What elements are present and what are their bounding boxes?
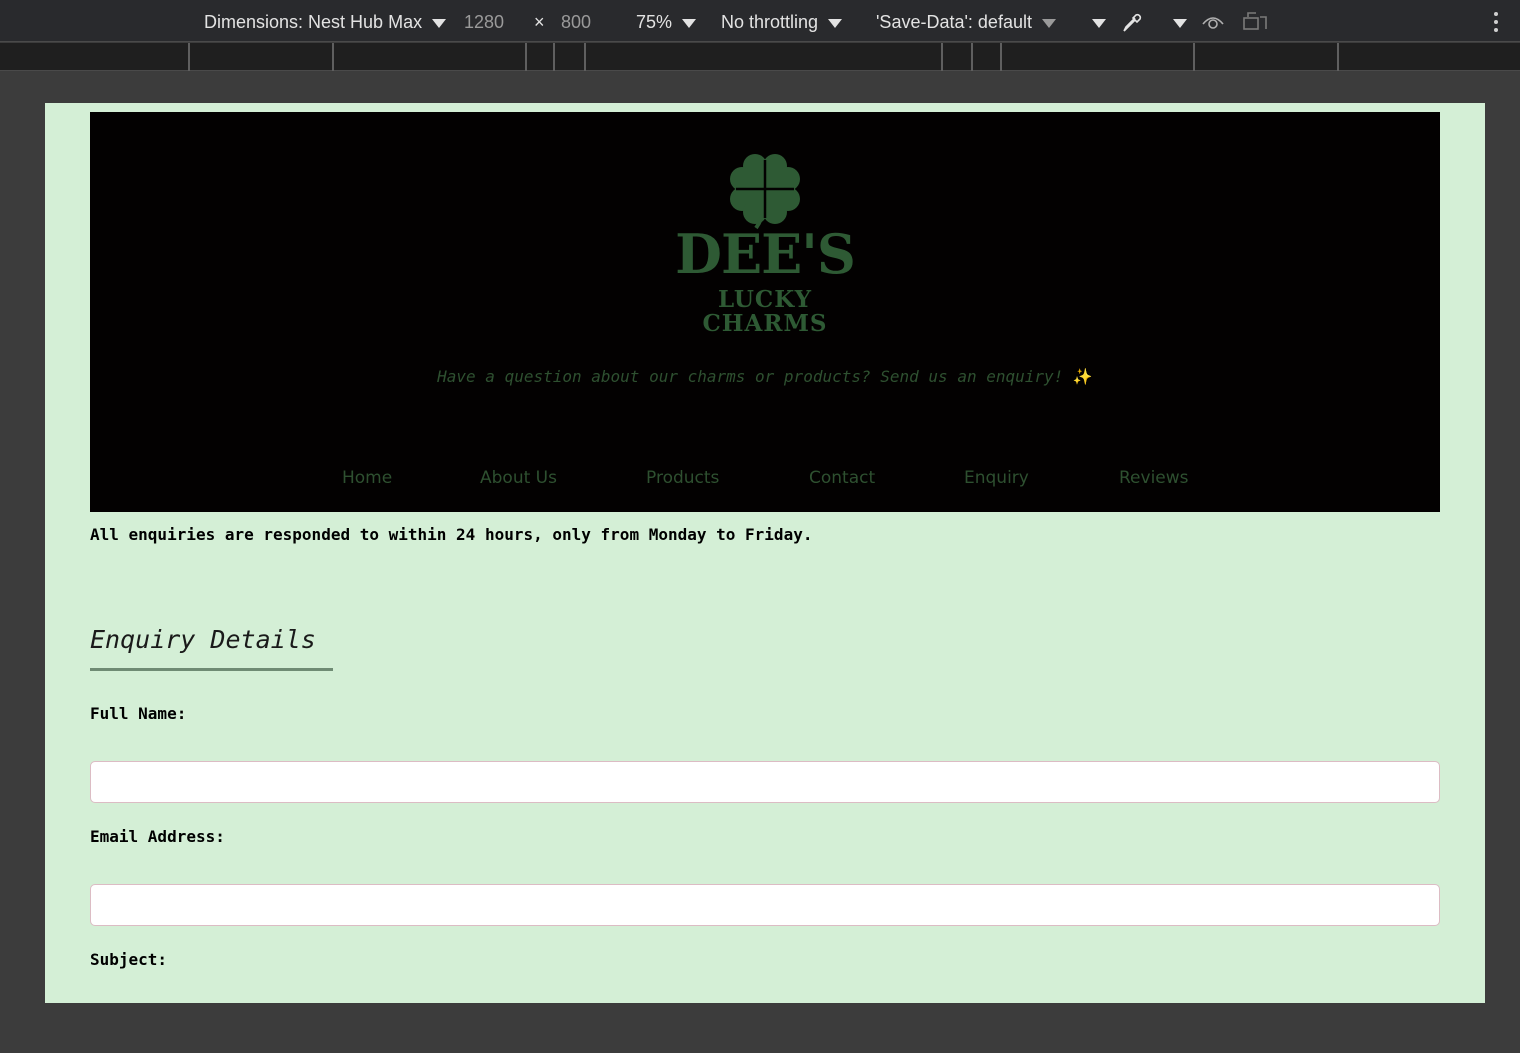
width-input[interactable]: 1280 [464,11,504,33]
full-name-input[interactable] [90,761,1440,803]
nav-enquiry[interactable]: Enquiry [964,468,1029,488]
throttling-label: No throttling [721,12,819,32]
email-input[interactable] [90,884,1440,926]
dimensions-dropdown[interactable]: Dimensions: Nest Hub Max [204,11,447,33]
sparkles-icon: ✨ [1072,367,1093,386]
brand-line-charms: CHARMS [702,310,828,337]
four-leaf-clover-icon [730,154,800,230]
eyedropper-dropdown[interactable] [1163,11,1187,33]
eyedropper-icon[interactable] [1120,9,1146,35]
email-label: Email Address: [90,827,225,846]
chevron-down-icon [1041,18,1056,28]
form-heading: Enquiry Details [90,625,316,654]
rotate-device-icon[interactable] [1242,9,1268,35]
nav-contact[interactable]: Contact [809,468,875,488]
chevron-down-icon [1173,18,1187,28]
media-query-ruler [0,43,1520,71]
nav-reviews[interactable]: Reviews [1119,468,1189,488]
tagline-text: Have a question about our charms or prod… [437,367,1064,386]
heading-underline [90,668,333,671]
chevron-down-icon [1092,18,1106,28]
chevron-down-icon [682,18,697,28]
site-header: DEE'S LUCKY CHARMS Have a question about… [90,112,1440,512]
tagline: Have a question about our charms or prod… [90,367,1440,386]
response-notice: All enquiries are responded to within 24… [90,525,813,544]
brand-line-lucky: LUCKY [717,286,813,313]
save-data-label: 'Save-Data': default [876,12,1032,32]
more-options-dropdown[interactable] [1082,11,1106,33]
vision-deficiency-eye-icon[interactable] [1200,9,1226,35]
nav-products[interactable]: Products [646,468,719,488]
brand-name: DEE'S [675,222,856,286]
page-viewport: DEE'S LUCKY CHARMS Have a question about… [45,103,1485,1003]
chevron-down-icon [828,18,843,28]
save-data-dropdown[interactable]: 'Save-Data': default [876,11,1056,33]
throttling-dropdown[interactable]: No throttling [721,11,843,33]
height-input[interactable]: 800 [561,11,591,33]
times-glyph: × [534,12,545,32]
chevron-down-icon [432,18,447,28]
device-toolbar: Dimensions: Nest Hub Max 1280 × 800 75% … [0,0,1520,42]
nav-home[interactable]: Home [342,468,392,488]
zoom-label: 75% [636,12,673,32]
kebab-menu-icon[interactable] [1492,10,1500,34]
full-name-label: Full Name: [90,704,187,723]
subject-label: Subject: [90,950,168,969]
dimensions-label: Dimensions: Nest Hub Max [204,12,423,32]
nav-about-us[interactable]: About Us [480,468,557,488]
zoom-dropdown[interactable]: 75% [636,11,697,33]
